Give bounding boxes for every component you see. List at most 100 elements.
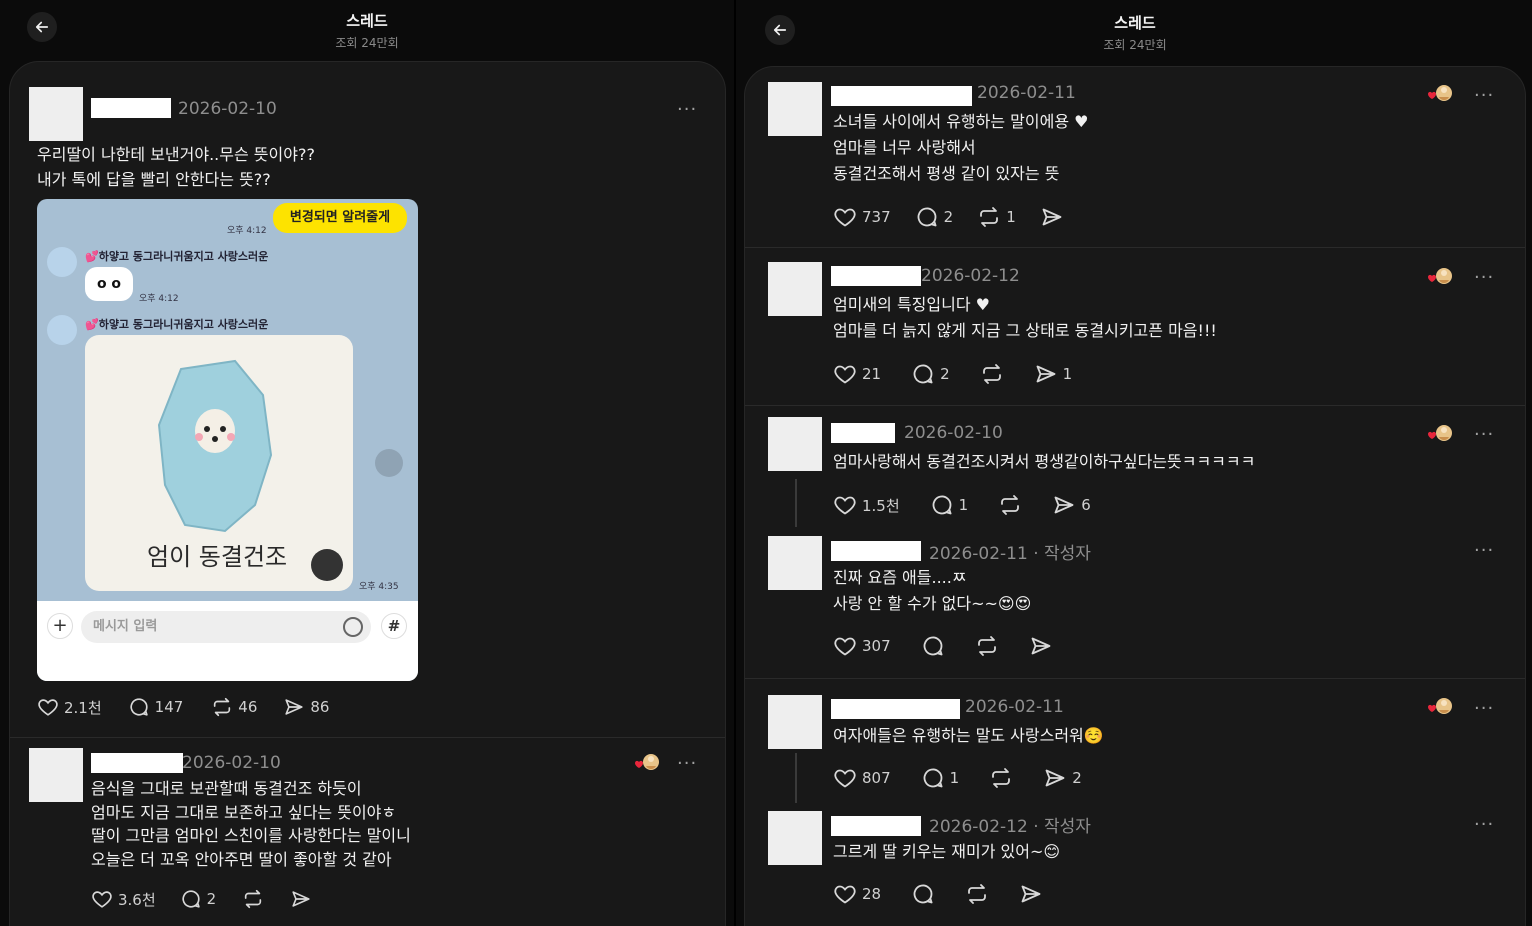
comment-button[interactable]: 2 xyxy=(180,888,217,910)
hash-icon[interactable]: # xyxy=(381,613,407,639)
header-title-block: 스레드 조회 24만회 xyxy=(1035,12,1235,53)
more-options-button[interactable]: ··· xyxy=(1474,87,1494,105)
repost-button[interactable]: 1 xyxy=(977,205,1016,229)
share-button[interactable]: 6 xyxy=(1052,493,1091,517)
avatar[interactable] xyxy=(29,87,83,141)
repost-button[interactable] xyxy=(965,882,989,906)
share-count: 1 xyxy=(1062,365,1073,383)
like-button[interactable]: 737 xyxy=(833,205,891,229)
divider xyxy=(745,247,1525,248)
heart-icon xyxy=(37,696,59,718)
thread-line xyxy=(795,753,797,803)
like-count: 2.1천 xyxy=(64,698,102,717)
share-button[interactable] xyxy=(1019,882,1043,906)
more-options-button[interactable]: ··· xyxy=(1474,700,1494,718)
username-redacted[interactable] xyxy=(831,541,921,561)
repost-button[interactable]: 46 xyxy=(211,696,257,718)
share-button[interactable]: 2 xyxy=(1043,766,1082,790)
username-redacted[interactable] xyxy=(91,753,183,773)
attached-chat-screenshot[interactable]: 변경되면 알려줄게 오후 4:12 💕하얗고 동그라니귀움지고 사랑스러운 o … xyxy=(37,199,418,681)
avatar[interactable] xyxy=(768,811,822,865)
chat-time: 오후 4:12 xyxy=(139,294,179,304)
like-button[interactable]: 2.1천 xyxy=(37,696,102,718)
avatar[interactable] xyxy=(768,536,822,590)
comment-count: 147 xyxy=(154,698,184,716)
username-redacted[interactable] xyxy=(91,98,171,118)
verified-badge-icon xyxy=(1425,696,1455,718)
right-header: 스레드 조회 24만회 xyxy=(736,0,1532,60)
username-redacted[interactable] xyxy=(831,266,921,286)
more-options-button[interactable]: ··· xyxy=(677,755,697,773)
avatar[interactable] xyxy=(29,748,83,802)
post-actions: 2.1천 147 46 86 xyxy=(37,696,329,718)
more-options-button[interactable]: ··· xyxy=(1474,269,1494,287)
post-date-value: 2026-02-12 xyxy=(929,817,1028,837)
plus-icon[interactable]: + xyxy=(47,613,73,639)
comment-button[interactable]: 1 xyxy=(921,766,959,790)
comment-button[interactable] xyxy=(921,634,945,658)
back-button[interactable] xyxy=(765,15,795,45)
like-button[interactable]: 307 xyxy=(833,634,891,658)
share-icon xyxy=(1029,634,1053,658)
avatar[interactable] xyxy=(768,417,822,471)
share-button[interactable]: 86 xyxy=(283,696,329,718)
avatar[interactable] xyxy=(768,82,822,136)
more-options-button[interactable]: ··· xyxy=(1474,816,1494,834)
post-date: 2026-02-11 xyxy=(977,83,1076,103)
share-button[interactable] xyxy=(1040,205,1064,229)
share-button[interactable]: 1 xyxy=(1034,362,1073,386)
repost-button[interactable] xyxy=(980,362,1004,386)
heart-icon xyxy=(833,362,857,386)
like-button[interactable]: 3.6천 xyxy=(91,888,156,910)
username-redacted[interactable] xyxy=(831,423,895,443)
header-views: 조회 24만회 xyxy=(335,36,399,50)
more-options-button[interactable]: ··· xyxy=(677,101,697,119)
share-icon xyxy=(1034,362,1058,386)
username-redacted[interactable] xyxy=(831,699,960,719)
comment-icon xyxy=(911,362,935,386)
like-button[interactable]: 28 xyxy=(833,882,881,906)
comment-icon xyxy=(128,696,150,718)
comment-icon xyxy=(930,493,954,517)
comment-button[interactable]: 1 xyxy=(930,493,969,517)
comment-count: 1 xyxy=(958,496,969,514)
comment-button[interactable]: 147 xyxy=(128,696,184,718)
like-count: 807 xyxy=(862,769,891,787)
repost-button[interactable] xyxy=(989,766,1013,790)
like-button[interactable]: 1.5천 xyxy=(833,493,900,517)
share-button[interactable] xyxy=(290,888,312,910)
repost-icon xyxy=(980,362,1004,386)
post-text-line: 엄마도 지금 그대로 보존하고 싶다는 뜻이야ㅎ xyxy=(91,802,397,822)
more-options-button[interactable]: ··· xyxy=(1474,426,1494,444)
back-button[interactable] xyxy=(27,12,57,42)
post-text-line: 소녀들 사이에서 유행하는 말이에용 ♥ xyxy=(833,112,1089,131)
like-button[interactable]: 21 xyxy=(833,362,881,386)
heart-icon xyxy=(833,634,857,658)
repost-button[interactable] xyxy=(998,493,1022,517)
heart-icon xyxy=(833,882,857,906)
scan-text-icon[interactable] xyxy=(311,549,343,581)
repost-icon xyxy=(977,205,1001,229)
share-icon xyxy=(283,696,305,718)
emoji-icon[interactable] xyxy=(343,617,363,637)
comment-count: 2 xyxy=(940,365,950,383)
thread-line xyxy=(795,479,797,527)
repost-button[interactable] xyxy=(242,888,264,910)
username-redacted[interactable] xyxy=(831,86,972,106)
comment-button[interactable]: 2 xyxy=(915,205,953,229)
share-button[interactable] xyxy=(1029,634,1053,658)
comment-button[interactable]: 2 xyxy=(911,362,950,386)
like-count: 28 xyxy=(862,885,882,903)
like-button[interactable]: 807 xyxy=(833,766,891,790)
share-image-icon[interactable] xyxy=(375,449,403,477)
repost-button[interactable] xyxy=(975,634,999,658)
comment-button[interactable] xyxy=(911,882,935,906)
more-options-button[interactable]: ··· xyxy=(1474,542,1494,560)
comment-count: 2 xyxy=(206,890,217,908)
username-redacted[interactable] xyxy=(831,816,921,836)
post-text-line: 내가 톡에 답을 빨리 안한다는 뜻?? xyxy=(37,170,271,189)
chat-time: 오후 4:35 xyxy=(359,582,399,592)
message-input[interactable]: 메시지 입력 xyxy=(81,611,371,643)
avatar[interactable] xyxy=(768,262,822,316)
avatar[interactable] xyxy=(768,695,822,749)
